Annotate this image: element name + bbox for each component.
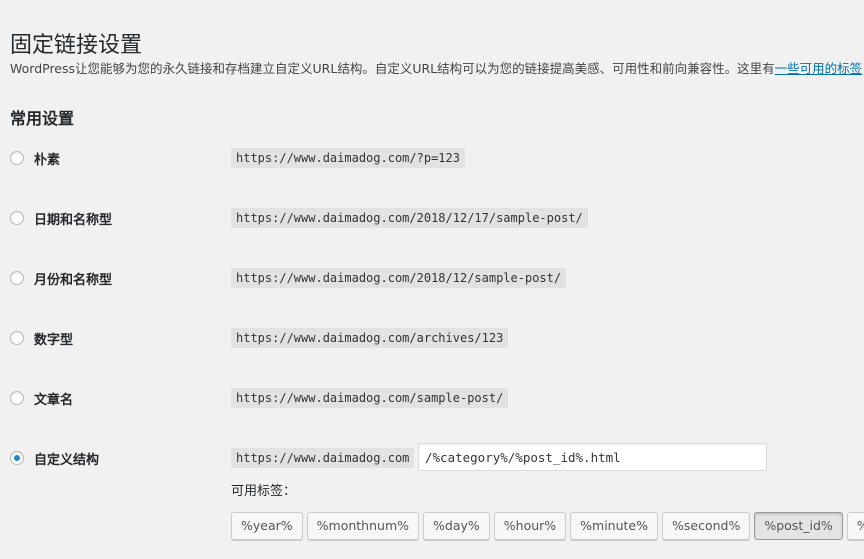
option-row-day-name[interactable]: 日期和名称型 https://www.daimadog.com/2018/12/… (0, 206, 864, 230)
option-row-numeric[interactable]: 数字型 https://www.daimadog.com/archives/12… (0, 326, 864, 350)
intro-text: WordPress让您能够为您的永久链接和存档建立自定义URL结构。自定义URL… (10, 58, 862, 77)
available-tags-label: 可用标签： (231, 484, 297, 499)
available-tags-link[interactable]: 一些可用的标签 (775, 61, 863, 76)
tag-button-postname[interactable]: %postname% (846, 512, 864, 540)
tag-button-day[interactable]: %day% (423, 512, 490, 540)
option-label-month-name: 月份和名称型 (34, 273, 113, 288)
example-url-month-name: https://www.daimadog.com/2018/12/sample-… (231, 268, 567, 288)
option-label-day-name: 日期和名称型 (34, 213, 113, 228)
example-url-post-name: https://www.daimadog.com/sample-post/ (231, 388, 509, 408)
page-title: 固定链接设置 (10, 32, 143, 58)
tag-button-post-id[interactable]: %post_id% (754, 512, 843, 540)
example-url-numeric: https://www.daimadog.com/archives/123 (231, 328, 509, 348)
radio-month-name[interactable] (10, 271, 24, 285)
radio-plain[interactable] (10, 151, 24, 165)
custom-structure-input[interactable] (418, 443, 767, 471)
option-row-month-name[interactable]: 月份和名称型 https://www.daimadog.com/2018/12/… (0, 266, 864, 290)
option-label-plain: 朴素 (34, 153, 61, 168)
custom-structure-prefix: https://www.daimadog.com (231, 448, 415, 468)
tag-button-year[interactable]: %year% (231, 512, 303, 540)
tag-button-second[interactable]: %second% (662, 512, 751, 540)
option-row-plain[interactable]: 朴素 https://www.daimadog.com/?p=123 (0, 146, 864, 170)
option-label-custom-structure: 自定义结构 (34, 453, 100, 468)
radio-numeric[interactable] (10, 331, 24, 345)
tag-button-monthnum[interactable]: %monthnum% (306, 512, 420, 540)
tag-button-minute[interactable]: %minute% (570, 512, 658, 540)
section-title-common-settings: 常用设置 (10, 109, 75, 129)
tag-button-hour[interactable]: %hour% (493, 512, 567, 540)
permalink-settings-page: 固定链接设置 WordPress让您能够为您的永久链接和存档建立自定义URL结构… (0, 0, 864, 559)
available-tags-list: %year% %monthnum% %day% %hour% %minute% %seco… (231, 512, 864, 540)
radio-post-name[interactable] (10, 391, 24, 405)
example-url-day-name: https://www.daimadog.com/2018/12/17/samp… (231, 208, 588, 228)
option-label-numeric: 数字型 (34, 333, 74, 348)
example-url-plain: https://www.daimadog.com/?p=123 (231, 148, 465, 168)
option-row-post-name[interactable]: 文章名 https://www.daimadog.com/sample-post… (0, 386, 864, 410)
radio-day-name[interactable] (10, 211, 24, 225)
option-label-post-name: 文章名 (34, 393, 74, 408)
radio-custom-structure[interactable] (10, 451, 24, 465)
intro-text-body: WordPress让您能够为您的永久链接和存档建立自定义URL结构。自定义URL… (10, 61, 775, 76)
